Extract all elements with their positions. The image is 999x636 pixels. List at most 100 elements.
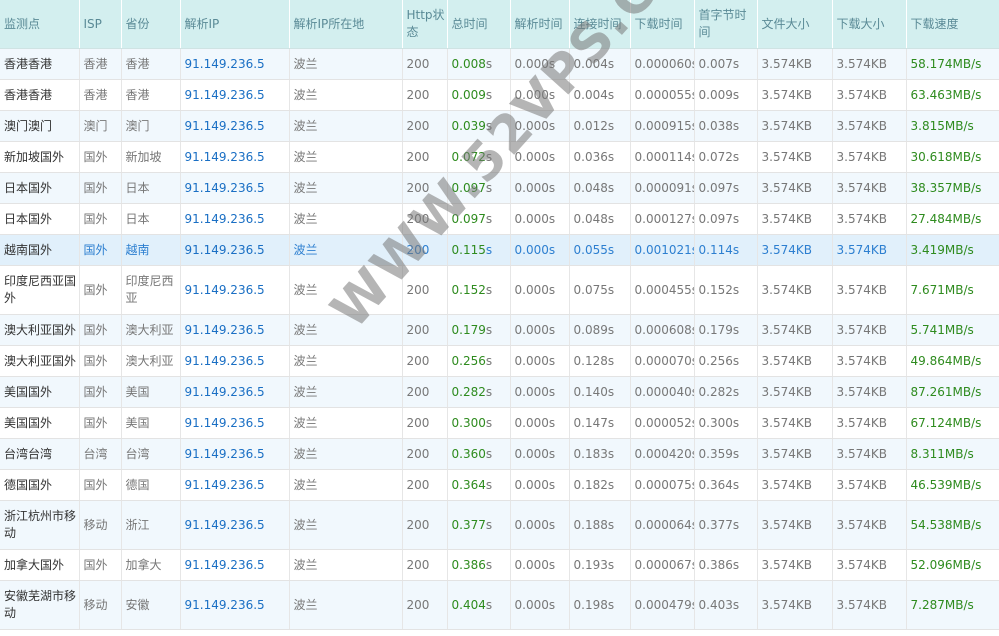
cell-province: 澳门 xyxy=(121,110,181,142)
cell-node: 美国国外 xyxy=(0,407,80,439)
col-header-node[interactable]: 监测点 xyxy=(0,0,80,49)
cell-download-speed: 3.419MB/s xyxy=(906,234,999,266)
table-row[interactable]: 浙江杭州市移动 移动 浙江 91.149.236.5 波兰 200 0.377s 0.000s… xyxy=(0,500,999,550)
table-row[interactable]: 日本国外 国外 日本 91.149.236.5 波兰 200 0.097s 0.000s 0.0… xyxy=(0,172,999,204)
cell-resolved-ip[interactable]: 91.149.236.5 xyxy=(180,48,290,80)
cell-resolved-ip[interactable]: 91.149.236.5 xyxy=(180,79,290,111)
cell-resolved-ip[interactable]: 91.149.236.5 xyxy=(180,345,290,377)
cell-resolved-ip[interactable]: 91.149.236.5 xyxy=(180,549,290,581)
cell-connect-time: 0.147s xyxy=(569,407,631,439)
cell-province: 印度尼西亚 xyxy=(121,265,181,315)
table-row[interactable]: 澳门澳门 澳门 澳门 91.149.236.5 波兰 200 0.039s 0.000s 0.0… xyxy=(0,110,999,142)
total-time-value: 0.097 xyxy=(451,180,486,195)
cell-ip-location: 波兰 xyxy=(289,110,403,142)
cell-resolved-ip[interactable]: 91.149.236.5 xyxy=(180,438,290,470)
cell-isp: 国外 xyxy=(79,376,122,408)
table-row[interactable]: 加拿大国外 国外 加拿大 91.149.236.5 波兰 200 0.386s 0.000s 0… xyxy=(0,549,999,581)
cell-ip-location: 波兰 xyxy=(289,500,403,550)
col-header-connect-time[interactable]: 连接时间 xyxy=(569,0,631,49)
cell-file-size: 3.574KB xyxy=(757,110,833,142)
cell-resolved-ip[interactable]: 91.149.236.5 xyxy=(180,314,290,346)
cell-http-status: 200 xyxy=(402,407,448,439)
cell-connect-time: 0.055s xyxy=(569,234,631,266)
cell-resolve-time: 0.000s xyxy=(510,203,570,235)
cell-file-size: 3.574KB xyxy=(757,438,833,470)
cell-resolved-ip[interactable]: 91.149.236.5 xyxy=(180,265,290,315)
col-header-download-speed[interactable]: 下载速度 xyxy=(906,0,999,49)
cell-province: 新加坡 xyxy=(121,141,181,173)
col-header-download-time[interactable]: 下载时间 xyxy=(630,0,695,49)
cell-download-size: 3.574KB xyxy=(832,265,907,315)
col-header-download-size[interactable]: 下载大小 xyxy=(832,0,907,49)
cell-total-time: 0.097s xyxy=(447,203,511,235)
cell-download-speed: 27.484MB/s xyxy=(906,203,999,235)
table-row[interactable]: 澳大利亚国外 国外 澳大利亚 91.149.236.5 波兰 200 0.256s 0.000… xyxy=(0,345,999,377)
table-row[interactable]: 安徽芜湖市移动 移动 安徽 91.149.236.5 波兰 200 0.404s 0.000s… xyxy=(0,580,999,630)
cell-province: 香港 xyxy=(121,48,181,80)
cell-resolved-ip[interactable]: 91.149.236.5 xyxy=(180,500,290,550)
table-row[interactable]: 德国国外 国外 德国 91.149.236.5 波兰 200 0.364s 0.000s 0.1… xyxy=(0,469,999,501)
cell-resolved-ip[interactable]: 91.149.236.5 xyxy=(180,141,290,173)
total-time-unit: s xyxy=(485,211,493,226)
col-header-total-time[interactable]: 总时间 xyxy=(447,0,511,49)
cell-resolved-ip[interactable]: 91.149.236.5 xyxy=(180,376,290,408)
cell-resolved-ip[interactable]: 91.149.236.5 xyxy=(180,172,290,204)
col-header-isp[interactable]: ISP xyxy=(79,0,122,49)
cell-total-time: 0.097s xyxy=(447,172,511,204)
cell-ip-location: 波兰 xyxy=(289,549,403,581)
cell-province: 台湾 xyxy=(121,438,181,470)
cell-ip-location: 波兰 xyxy=(289,469,403,501)
cell-download-speed: 52.096MB/s xyxy=(906,549,999,581)
cell-node: 加拿大国外 xyxy=(0,549,80,581)
table-row[interactable]: 美国国外 国外 美国 91.149.236.5 波兰 200 0.300s 0.000s 0.1… xyxy=(0,407,999,439)
cell-resolved-ip[interactable]: 91.149.236.5 xyxy=(180,234,290,266)
cell-resolved-ip[interactable]: 91.149.236.5 xyxy=(180,469,290,501)
cell-ip-location: 波兰 xyxy=(289,345,403,377)
total-time-unit: s xyxy=(485,415,493,430)
cell-resolve-time: 0.000s xyxy=(510,549,570,581)
table-row[interactable]: 香港香港 香港 香港 91.149.236.5 波兰 200 0.008s 0.000s 0.0… xyxy=(0,48,999,80)
cell-ip-location: 波兰 xyxy=(289,580,403,630)
cell-connect-time: 0.140s xyxy=(569,376,631,408)
col-header-file-size[interactable]: 文件大小 xyxy=(757,0,833,49)
cell-resolved-ip[interactable]: 91.149.236.5 xyxy=(180,407,290,439)
cell-file-size: 3.574KB xyxy=(757,500,833,550)
cell-download-time: 0.000040s xyxy=(630,376,695,408)
cell-download-size: 3.574KB xyxy=(832,407,907,439)
cell-isp: 国外 xyxy=(79,469,122,501)
total-time-unit: s xyxy=(485,149,493,164)
cell-resolved-ip[interactable]: 91.149.236.5 xyxy=(180,580,290,630)
col-header-ip-location[interactable]: 解析IP所在地 xyxy=(289,0,403,49)
cell-download-size: 3.574KB xyxy=(832,549,907,581)
cell-download-time: 0.000052s xyxy=(630,407,695,439)
cell-resolved-ip[interactable]: 91.149.236.5 xyxy=(180,110,290,142)
cell-node: 新加坡国外 xyxy=(0,141,80,173)
col-header-ttfb[interactable]: 首字节时间 xyxy=(694,0,758,49)
cell-http-status: 200 xyxy=(402,48,448,80)
total-time-value: 0.300 xyxy=(451,415,486,430)
col-header-province[interactable]: 省份 xyxy=(121,0,181,49)
table-row[interactable]: 美国国外 国外 美国 91.149.236.5 波兰 200 0.282s 0.000s 0.1… xyxy=(0,376,999,408)
col-header-http-status[interactable]: Http状态 xyxy=(402,0,448,49)
cell-isp: 国外 xyxy=(79,141,122,173)
cell-file-size: 3.574KB xyxy=(757,234,833,266)
cell-ip-location: 波兰 xyxy=(289,48,403,80)
cell-ttfb: 0.359s xyxy=(694,438,758,470)
cell-province: 澳大利亚 xyxy=(121,314,181,346)
cell-download-speed: 5.741MB/s xyxy=(906,314,999,346)
total-time-value: 0.377 xyxy=(451,517,486,532)
cell-isp: 香港 xyxy=(79,79,122,111)
table-row[interactable]: 印度尼西亚国外 国外 印度尼西亚 91.149.236.5 波兰 200 0.152s 0.0… xyxy=(0,265,999,315)
col-header-resolved-ip[interactable]: 解析IP xyxy=(180,0,290,49)
table-row[interactable]: 日本国外 国外 日本 91.149.236.5 波兰 200 0.097s 0.000s 0.0… xyxy=(0,203,999,235)
cell-http-status: 200 xyxy=(402,172,448,204)
table-row[interactable]: 澳大利亚国外 国外 澳大利亚 91.149.236.5 波兰 200 0.179s 0.000… xyxy=(0,314,999,346)
cell-connect-time: 0.183s xyxy=(569,438,631,470)
cell-resolved-ip[interactable]: 91.149.236.5 xyxy=(180,203,290,235)
table-row[interactable]: 香港香港 香港 香港 91.149.236.5 波兰 200 0.009s 0.000s 0.0… xyxy=(0,79,999,111)
table-row[interactable]: 台湾台湾 台湾 台湾 91.149.236.5 波兰 200 0.360s 0.000s 0.1… xyxy=(0,438,999,470)
total-time-value: 0.386 xyxy=(451,557,486,572)
table-row[interactable]: 新加坡国外 国外 新加坡 91.149.236.5 波兰 200 0.072s 0.000s 0… xyxy=(0,141,999,173)
table-row[interactable]: 越南国外 国外 越南 91.149.236.5 波兰 200 0.115s 0.000s 0.0… xyxy=(0,234,999,266)
col-header-resolve-time[interactable]: 解析时间 xyxy=(510,0,570,49)
